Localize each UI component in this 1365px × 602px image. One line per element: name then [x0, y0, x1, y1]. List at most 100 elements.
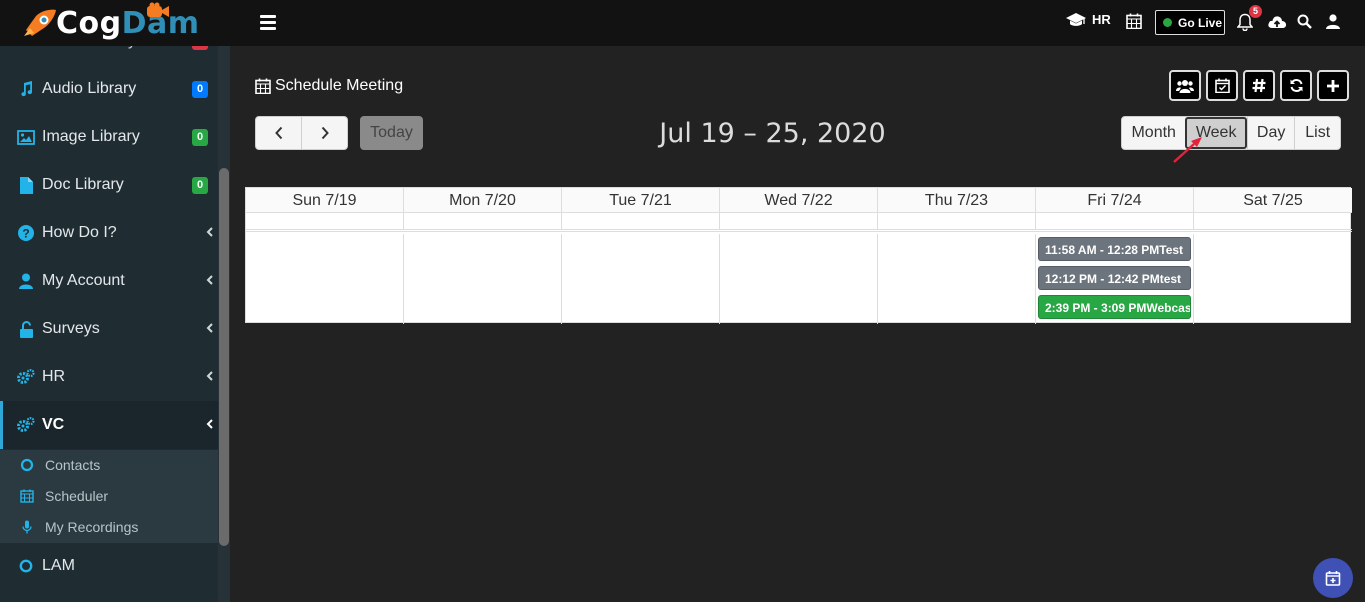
participants-button[interactable] — [1169, 70, 1201, 101]
calendar-check-icon — [1214, 78, 1230, 93]
day-header: Wed 7/22 — [720, 188, 878, 212]
hr-link[interactable]: HR — [1066, 12, 1111, 27]
chevron-left-icon — [206, 419, 213, 429]
cogs-icon — [17, 368, 35, 386]
go-live-button[interactable]: Go Live — [1155, 10, 1225, 35]
circle-icon — [20, 458, 34, 472]
cloud-upload-icon[interactable] — [1267, 13, 1287, 31]
day-header: Thu 7/23 — [878, 188, 1036, 212]
calendar-body-row: 11:58 AM - 12:28 PMTest 12:12 PM - 12:42… — [246, 234, 1352, 324]
sidebar-item-how-do-i[interactable]: ? How Do I? — [0, 209, 218, 257]
day-cell[interactable] — [878, 234, 1036, 324]
users-icon — [1176, 79, 1194, 93]
sidebar-item-label: Doc Library — [42, 176, 124, 193]
schedule-fab-button[interactable] — [1313, 558, 1353, 598]
submenu-item-scheduler[interactable]: Scheduler — [0, 481, 218, 512]
calendar-header-row: Sun 7/19 Mon 7/20 Tue 7/21 Wed 7/22 Thu … — [246, 188, 1352, 213]
all-day-cell[interactable] — [404, 213, 562, 229]
search-icon[interactable] — [1297, 14, 1312, 29]
plus-icon — [1327, 79, 1339, 92]
count-badge: 0 — [192, 129, 208, 146]
calendar-event[interactable]: 12:12 PM - 12:42 PMtest — [1038, 266, 1191, 290]
sidebar-item-vc[interactable]: VC — [0, 401, 218, 449]
logo-text: CogDam — [56, 6, 200, 41]
sidebar-item-surveys[interactable]: Surveys — [0, 305, 218, 353]
all-day-cell[interactable] — [246, 213, 404, 229]
hashtag-button[interactable] — [1243, 70, 1275, 101]
hr-label: HR — [1092, 12, 1111, 27]
calendar-event[interactable]: 2:39 PM - 3:09 PMWebcast — [1038, 295, 1191, 319]
chevron-left-icon — [206, 227, 213, 237]
file-icon — [17, 176, 35, 194]
sidebar-item-audio-library[interactable]: Audio Library 0 — [0, 65, 218, 113]
all-day-cell[interactable] — [720, 213, 878, 229]
calendar-check-button[interactable] — [1206, 70, 1238, 101]
list-view-button[interactable]: List — [1294, 117, 1340, 149]
day-cell[interactable] — [720, 234, 878, 324]
sidebar-item-label: How Do I? — [42, 224, 117, 241]
chevron-left-icon — [206, 275, 213, 285]
submenu-item-label: Scheduler — [45, 488, 109, 504]
calendar-range-title: Jul 19 – 25, 2020 — [659, 118, 886, 149]
user-icon[interactable] — [1326, 14, 1340, 29]
microphone-icon — [22, 520, 32, 534]
submenu-item-label: Contacts — [45, 457, 101, 473]
day-cell[interactable] — [562, 234, 720, 324]
day-header: Sat 7/25 — [1243, 192, 1303, 209]
calendar-event[interactable]: 11:58 AM - 12:28 PMTest — [1038, 237, 1191, 261]
day-header: Mon 7/20 — [404, 188, 562, 212]
all-day-row — [246, 213, 1352, 232]
sidebar-item-hr[interactable]: HR — [0, 353, 218, 401]
sidebar-scroll-thumb[interactable] — [219, 168, 229, 546]
sidebar-item-lam[interactable]: LAM — [0, 542, 218, 590]
cogs-icon — [17, 416, 35, 434]
sidebar-item-label: Surveys — [42, 320, 100, 337]
day-view-button[interactable]: Day — [1246, 117, 1295, 149]
all-day-cell[interactable] — [878, 213, 1036, 229]
hashtag-icon — [1252, 78, 1266, 93]
count-badge: 0 — [192, 81, 208, 98]
prev-week-button[interactable] — [256, 117, 301, 149]
all-day-cell[interactable] — [562, 213, 720, 229]
sidebar-item-label: Audio Library — [42, 80, 137, 97]
question-circle-icon: ? — [17, 224, 35, 242]
camera-logo-icon — [147, 2, 169, 17]
all-day-cell[interactable] — [1036, 213, 1194, 229]
sidebar-item-label: LAM — [42, 557, 75, 574]
next-week-button[interactable] — [301, 117, 347, 149]
cogdam-logo[interactable]: CogDam — [22, 2, 212, 42]
sidebar-item-my-account[interactable]: My Account — [0, 257, 218, 305]
day-header: Tue 7/21 — [562, 188, 720, 212]
hamburger-menu-icon[interactable] — [260, 15, 276, 30]
sidebar-item-label: VC — [42, 416, 65, 433]
page-title-text: Schedule Meeting — [275, 77, 404, 94]
sidebar-item-doc-library[interactable]: Doc Library 0 — [0, 161, 218, 209]
submenu-item-my-recordings[interactable]: My Recordings — [0, 512, 218, 543]
logo-bar: CogDam — [0, 0, 230, 46]
add-meeting-button[interactable] — [1317, 70, 1349, 101]
sidebar-item-image-library[interactable]: Image Library 0 — [0, 113, 218, 161]
day-header: Fri 7/24 — [1036, 188, 1194, 212]
unlock-icon — [17, 320, 35, 338]
notification-badge: 5 — [1249, 5, 1262, 18]
vc-submenu: Contacts Scheduler My Recordings — [0, 450, 218, 543]
calendar-icon — [20, 489, 34, 503]
today-button[interactable]: Today — [360, 116, 423, 150]
all-day-cell[interactable] — [1194, 213, 1352, 229]
day-cell[interactable] — [404, 234, 562, 324]
annotation-arrow-icon — [1173, 137, 1202, 163]
sidebar: Video Library Audio Library 0 Image Libr… — [0, 0, 230, 602]
refresh-button[interactable] — [1280, 70, 1312, 101]
calendar-plus-icon — [1325, 571, 1341, 586]
calendar-view-switcher: Month Week Day List — [1121, 116, 1341, 150]
day-cell[interactable]: 11:58 AM - 12:28 PMTest 12:12 PM - 12:42… — [1036, 234, 1194, 324]
chevron-left-icon — [206, 323, 213, 333]
sidebar-item-label: My Account — [42, 272, 125, 289]
calendar-icon[interactable] — [1126, 13, 1142, 29]
day-cell[interactable] — [246, 234, 404, 324]
calendar-nav-group — [255, 116, 348, 150]
day-cell[interactable] — [1194, 234, 1352, 324]
page-title: Schedule Meeting — [255, 77, 403, 95]
submenu-item-contacts[interactable]: Contacts — [0, 450, 218, 481]
music-icon — [17, 80, 35, 98]
